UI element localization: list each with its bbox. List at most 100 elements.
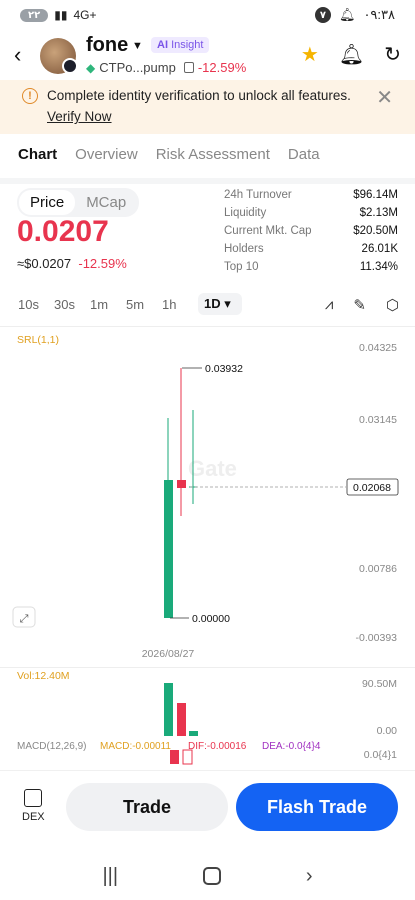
usd-price-row: ≈$0.0207 -12.59% <box>17 256 127 271</box>
mcap-toggle-button[interactable]: MCap <box>75 190 137 215</box>
indicator-icon[interactable]: ⩘ <box>325 296 333 314</box>
system-nav-bar: ||| › <box>0 856 415 896</box>
y-tick-label: 0.00786 <box>359 563 397 575</box>
dea-value: DEA:-0.0{4}4 <box>262 741 321 752</box>
share-icon[interactable]: ↻ <box>384 42 401 67</box>
tab-data[interactable]: Data <box>288 146 320 176</box>
insight-badge[interactable]: AI Insight <box>151 37 210 53</box>
tab-chart[interactable]: Chart <box>18 146 58 184</box>
divider <box>0 326 415 327</box>
back-nav-icon[interactable]: › <box>306 865 313 888</box>
price-mcap-toggle: Price MCap <box>17 188 140 217</box>
stat-label: Top 10 <box>224 261 259 273</box>
y-tick-label: 0.03145 <box>359 414 397 426</box>
price-chart[interactable]: SRL(1,1) Gate 0.04325 0.03145 0.01965 0.… <box>0 328 415 668</box>
contract-row: ◆ CTPo...pump -12.59% <box>86 60 246 75</box>
stat-value: 11.34% <box>359 261 398 273</box>
dex-label: DEX <box>22 811 45 823</box>
main-tabs: Chart Overview Risk Assessment Data <box>0 146 415 184</box>
chevron-down-icon[interactable]: ▼ <box>132 40 143 52</box>
notification-count: ۷ <box>314 7 331 23</box>
current-price-label: 0.02068 <box>353 482 391 494</box>
interval-5m[interactable]: 5m <box>126 297 162 312</box>
stat-label: 24h Turnover <box>224 189 292 201</box>
dex-icon <box>24 789 43 807</box>
interval-1d[interactable]: 1D ▾ <box>198 293 242 315</box>
high-label: 0.03932 <box>205 363 243 375</box>
recent-apps-icon[interactable]: ||| <box>102 865 118 888</box>
current-price: 0.0207 <box>17 215 109 248</box>
home-icon[interactable] <box>202 867 221 885</box>
favorite-star-icon[interactable]: ★ <box>301 42 319 67</box>
status-time: ۰۹:۳۸ <box>363 7 395 22</box>
macd-bar <box>182 749 193 765</box>
close-icon[interactable]: ✕ <box>376 85 393 110</box>
signal-icon: ▮▮ <box>54 8 68 22</box>
date-label: 2026/08/27 <box>142 648 195 660</box>
dex-button[interactable]: DEX <box>22 789 45 823</box>
volume-zero-label: 0.00 <box>377 725 398 737</box>
volume-bar <box>177 703 186 736</box>
insight-label: Insight <box>171 39 204 51</box>
verification-banner: ! Complete identity verification to unlo… <box>0 80 415 134</box>
candle-body <box>177 480 186 488</box>
draw-pen-icon[interactable]: ✎ <box>353 296 366 314</box>
chain-badge-icon <box>62 58 78 74</box>
copy-icon[interactable] <box>183 62 194 73</box>
macd-axis-label: 0.0{4}1 <box>364 749 397 761</box>
back-arrow-icon[interactable]: ‹ <box>14 42 21 68</box>
price-change: -12.59% <box>78 256 127 271</box>
header-change: -12.59% <box>197 60 247 75</box>
contract-address: CTPo...pump <box>99 60 176 75</box>
stat-label: Holders <box>224 243 264 255</box>
y-tick-label: 0.04325 <box>359 342 397 354</box>
interval-1m[interactable]: 1m <box>90 297 126 312</box>
low-label: 0.00000 <box>192 613 230 625</box>
stat-row: Top 10 11.34% <box>224 258 398 276</box>
volume-label: Vol:12.40M <box>17 670 70 682</box>
divider <box>0 178 415 184</box>
y-tick-label: -0.00393 <box>356 632 398 644</box>
interval-1h[interactable]: 1h <box>162 297 198 312</box>
volume-max-label: 90.50M <box>362 678 397 690</box>
stat-label: Current Mkt. Cap <box>224 225 312 237</box>
bottom-action-bar: DEX Trade Flash Trade <box>0 770 415 844</box>
expand-arrows-icon: ⤢ <box>20 612 29 625</box>
price-toggle-button[interactable]: Price <box>19 190 76 215</box>
volume-chart-svg: Vol:12.40M 90.50M 0.00 MACD(12,26,9) MAC… <box>17 670 398 765</box>
interval-selector: 10s 30s 1m 5m 1h 1D ▾ <box>18 293 242 315</box>
pill-icon: ◆ <box>86 60 96 75</box>
stat-label: Liquidity <box>224 207 267 219</box>
token-stats: 24h Turnover $96.14M Liquidity $2.13M Curr… <box>224 186 398 276</box>
stat-row: Liquidity $2.13M <box>224 204 398 222</box>
status-badge: ۲۲ <box>20 8 49 22</box>
stat-value: $2.13M <box>359 207 398 219</box>
candle-body <box>164 480 173 618</box>
dif-value: DIF:-0.00016 <box>188 741 247 752</box>
network-label: 4G+ <box>73 8 97 22</box>
token-name[interactable]: fone <box>86 34 128 57</box>
stat-row: Holders 26.01K <box>224 240 398 258</box>
alert-bell-icon[interactable]: 🔔︎ <box>339 42 364 67</box>
indicator-label: SRL(1,1) <box>17 334 59 346</box>
macd-title: MACD(12,26,9) <box>17 741 86 752</box>
interval-10s[interactable]: 10s <box>18 297 54 312</box>
warning-icon: ! <box>22 88 38 104</box>
watermark: Gate <box>188 456 237 481</box>
volume-chart[interactable]: Vol:12.40M 90.50M 0.00 MACD(12,26,9) MAC… <box>0 668 415 768</box>
usd-price: ≈$0.0207 <box>17 256 72 271</box>
stat-value: 26.01K <box>361 243 398 255</box>
macd-bar <box>170 750 179 764</box>
token-header: ‹ fone ▼ AI Insight ◆ CTPo...pump -12.59… <box>0 32 415 80</box>
verify-now-link[interactable]: Verify Now <box>47 109 112 124</box>
bell-icon: 🔔︎ <box>338 7 356 22</box>
trade-button[interactable]: Trade <box>66 783 228 831</box>
stat-row: 24h Turnover $96.14M <box>224 186 398 204</box>
tab-risk-assessment[interactable]: Risk Assessment <box>156 146 270 176</box>
tab-overview[interactable]: Overview <box>75 146 138 176</box>
flash-trade-button[interactable]: Flash Trade <box>236 783 398 831</box>
settings-hex-icon[interactable]: ⬡ <box>386 296 399 314</box>
volume-bar <box>189 731 198 736</box>
stat-value: $96.14M <box>353 189 398 201</box>
interval-30s[interactable]: 30s <box>54 297 90 312</box>
